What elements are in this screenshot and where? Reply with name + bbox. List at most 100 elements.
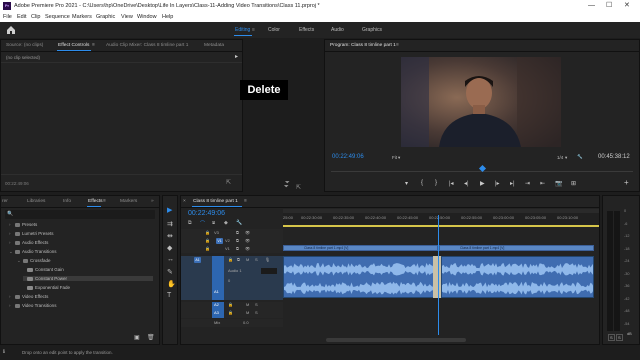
insert-sequence-nest-icon[interactable]: ⧉ [188, 220, 192, 226]
resolution-arrow-icon[interactable]: ▾ [565, 155, 567, 161]
maximize-button[interactable]: ☐ [606, 0, 612, 12]
tree-item-constant-power[interactable]: Constant Power [23, 276, 153, 281]
v2-eye-icon[interactable]: 👁 [245, 238, 250, 243]
video-clip-right[interactable]: Class 8 timline part 1.mp4 [V] [439, 245, 594, 251]
tree-item-lumetri-presets[interactable]: › Lumetri Presets [9, 231, 54, 236]
linked-selection-icon[interactable]: ⧈ [212, 220, 215, 226]
snap-icon[interactable]: ⌒ [200, 220, 205, 227]
fit-arrow-icon[interactable]: ▾ [398, 155, 400, 161]
program-tab-menu-icon[interactable]: ≡ [396, 40, 399, 52]
menu-edit[interactable]: Edit [17, 12, 26, 22]
audio-clip-left[interactable] [283, 256, 438, 298]
tab-program[interactable]: Program: Class 8 timline part 1 [330, 40, 396, 52]
timeline-tracks-area[interactable]: Class 8 timline part 1.mp4 [V] Class 8 t… [283, 229, 599, 329]
effect-controls-tab-menu-icon[interactable]: ≡ [92, 40, 95, 52]
timeline-ruler[interactable]: 25:00 00:22:30:00 00:22:35:00 00:22:40:0… [283, 209, 599, 227]
tab-audio-clip-mixer[interactable]: Audio Clip Mixer: Class 8 timline part 1 [106, 40, 188, 52]
tab-libraries[interactable]: Libraries [27, 196, 45, 208]
add-marker-icon[interactable]: ▾ [405, 180, 408, 187]
effects-search-input[interactable]: 🔍 [5, 210, 155, 219]
v1-source-patch[interactable]: V1 [216, 238, 223, 244]
a1-mute-button[interactable]: M [246, 257, 249, 262]
effects-tab-menu-icon[interactable]: ≡ [103, 196, 106, 208]
tree-item-audio-transitions[interactable]: ⌄ Audio Transitions [9, 249, 57, 255]
step-forward-icon[interactable]: |▸ [495, 180, 500, 187]
workspace-audio[interactable]: Audio [331, 22, 344, 38]
effect-export-icon[interactable]: ⇱ [296, 184, 301, 191]
audio1-volume-field[interactable] [261, 268, 277, 274]
a1-mic-icon[interactable]: 🎙 [265, 257, 270, 262]
menu-sequence[interactable]: Sequence [45, 12, 70, 22]
v3-eye-icon[interactable]: 👁 [245, 230, 250, 235]
delete-icon[interactable]: 🗑 [147, 334, 155, 341]
program-timecode[interactable]: 00:22:49:06 [332, 154, 364, 160]
home-icon[interactable] [6, 25, 16, 35]
workspace-menu-icon[interactable]: ≡ [252, 22, 255, 38]
tree-item-audio-effects[interactable]: › Audio Effects [9, 240, 48, 245]
v1-sync-icon[interactable]: ⧉ [236, 246, 239, 251]
wrench-icon[interactable]: 🔧 [577, 154, 583, 160]
minimize-button[interactable]: — [588, 0, 595, 12]
a3-mute-button[interactable]: M [246, 310, 249, 315]
a3-lock-icon[interactable]: 🔒 [228, 310, 233, 315]
a1-sync-icon[interactable]: ⧉ [237, 257, 240, 262]
tree-item-constant-gain[interactable]: Constant Gain [27, 267, 64, 272]
tab-source[interactable]: Source: (no clips) [6, 40, 43, 52]
v1-lock-icon[interactable]: 🔒 [205, 246, 210, 251]
a3-solo-button[interactable]: S [255, 310, 258, 315]
meter-solo-left[interactable]: S [608, 334, 615, 341]
tree-item-presets[interactable]: › Presets [9, 222, 37, 227]
selection-tool-icon[interactable]: ▶ [167, 206, 172, 214]
tab-info[interactable]: Info [63, 196, 71, 208]
tree-item-video-transitions[interactable]: › Video Transitions [9, 303, 56, 308]
play-icon[interactable]: ▶ [480, 180, 485, 187]
program-scrub-bar[interactable] [331, 164, 633, 173]
timeline-horizontal-scrollbar[interactable] [326, 338, 466, 342]
tree-item-crossfade[interactable]: ⌄ Crossfade [17, 258, 51, 264]
workspace-graphics[interactable]: Graphics [362, 22, 382, 38]
tab-markers[interactable]: Markers [120, 196, 137, 208]
v2-lock-icon[interactable]: 🔒 [205, 238, 210, 243]
export-frame-icon[interactable]: 📷 [555, 180, 562, 187]
workspace-color[interactable]: Color [268, 22, 280, 38]
type-tool-icon[interactable]: T [167, 292, 171, 299]
slip-tool-icon[interactable]: ↔ [167, 256, 174, 263]
timeline-close-tab-icon[interactable]: × [183, 196, 186, 208]
fit-dropdown[interactable]: Fit [392, 155, 397, 160]
v1-eye-icon[interactable]: 👁 [245, 246, 250, 251]
menu-help[interactable]: Help [162, 12, 173, 22]
v2-sync-icon[interactable]: ⧉ [236, 238, 239, 243]
timeline-playhead[interactable] [437, 215, 439, 335]
menu-markers[interactable]: Markers [72, 12, 92, 22]
expand-icon[interactable]: ▸ [235, 53, 238, 60]
extract-icon[interactable]: ⇤ [540, 180, 545, 187]
new-bin-icon[interactable]: ▣ [134, 334, 140, 341]
workspace-effects[interactable]: Effects [299, 22, 314, 38]
audio-clip-right[interactable] [441, 256, 594, 298]
lift-icon[interactable]: ⇥ [525, 180, 530, 187]
v3-sync-icon[interactable]: ⧉ [236, 230, 239, 235]
timeline-tab-menu-icon[interactable]: ≡ [244, 196, 247, 208]
step-back-icon[interactable]: ◂| [464, 180, 469, 187]
razor-tool-icon[interactable]: ◆ [167, 244, 172, 252]
compare-view-icon[interactable]: ⊞ [571, 180, 576, 187]
close-button[interactable]: ✕ [624, 0, 630, 12]
work-area-bar[interactable] [283, 225, 599, 227]
mix-value[interactable]: 0.0 [243, 320, 249, 325]
effect-filter-icon[interactable]: ⏷ [284, 184, 289, 191]
timeline-settings-icon[interactable]: 🔧 [236, 220, 242, 226]
button-editor-add-icon[interactable]: + [624, 178, 629, 187]
meter-solo-right[interactable]: S [616, 334, 623, 341]
a1-lock-icon[interactable]: 🔒 [228, 257, 233, 262]
track-select-tool-icon[interactable]: ⇉ [167, 220, 173, 228]
add-marker-toggle-icon[interactable]: ◆ [224, 220, 228, 226]
tabs-overflow-icon[interactable]: » [151, 196, 154, 208]
v3-lock-icon[interactable]: 🔒 [205, 230, 210, 235]
menu-file[interactable]: File [3, 12, 12, 22]
a2-mute-button[interactable]: M [246, 302, 249, 307]
menu-graphic[interactable]: Graphic [96, 12, 115, 22]
a2-solo-button[interactable]: S [255, 302, 258, 307]
a1-solo-button[interactable]: S [255, 257, 258, 262]
timeline-timecode[interactable]: 00:22:49:06 [188, 210, 225, 217]
ripple-edit-tool-icon[interactable]: ⇹ [167, 232, 173, 240]
